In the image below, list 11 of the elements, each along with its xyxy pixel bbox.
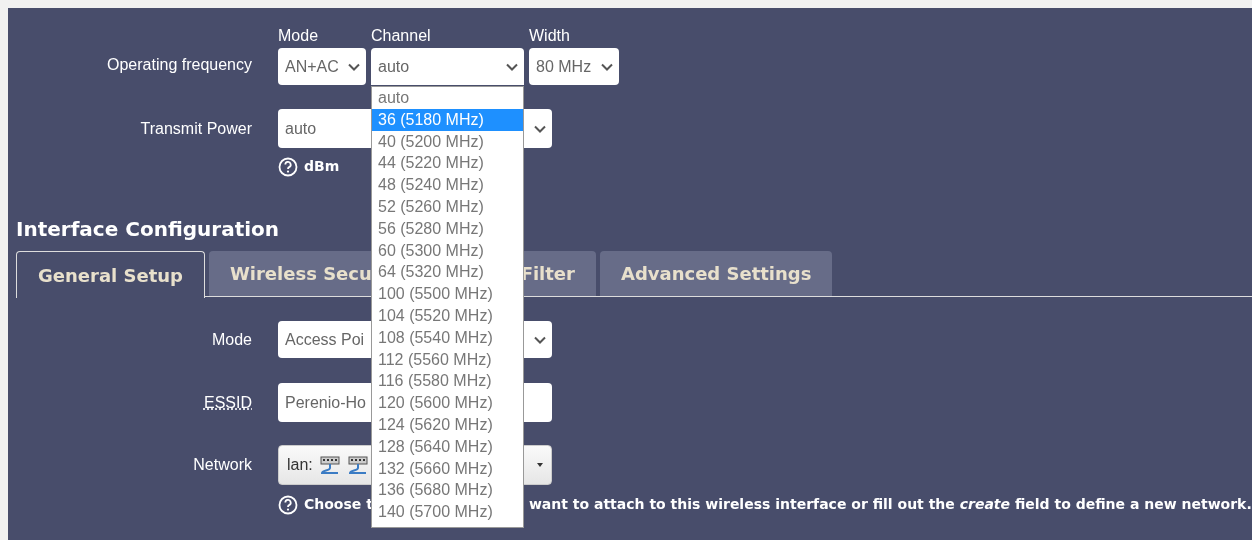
field-label: Mode	[210, 329, 253, 350]
help-text: want to attach to this wireless interface or fill out the create field to define a new network.	[528, 495, 1252, 514]
help-text: dBm	[304, 157, 340, 176]
field-heading: Channel	[371, 26, 432, 46]
field-label: Transmit Power	[139, 118, 253, 139]
field-label: Network	[192, 455, 253, 475]
field-heading: Mode	[278, 26, 320, 46]
field-label: Operating frequency	[106, 55, 253, 75]
field-heading: Width	[529, 26, 571, 46]
section-title: Interface Configuration	[16, 217, 280, 241]
field-label: ESSID	[204, 393, 252, 411]
